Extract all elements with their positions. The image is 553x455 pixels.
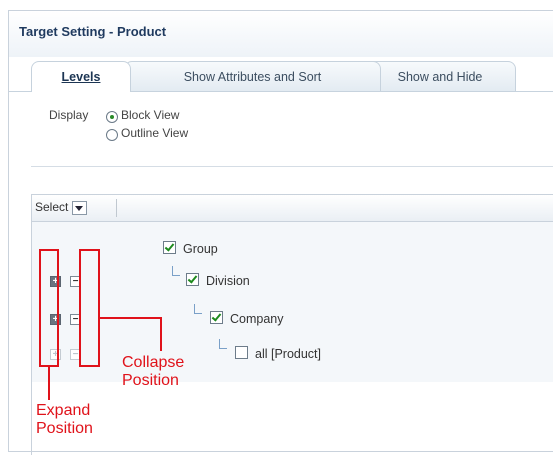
- division-checkbox[interactable]: [186, 273, 199, 286]
- expand-annotation-text: Position: [36, 420, 93, 437]
- collapse-annotation-line: [160, 317, 162, 351]
- collapse-annotation-label: Collapse Position: [122, 354, 184, 390]
- tree-node-company: Company: [230, 312, 284, 326]
- tree-connector: [194, 304, 202, 314]
- display-label: Display: [49, 108, 89, 122]
- toolbar-separator: [116, 199, 117, 217]
- tab-show-attributes-label: Show Attributes and Sort: [183, 70, 322, 84]
- select-menu-button[interactable]: Select: [35, 200, 88, 215]
- tree-node-all-product: all [Product]: [255, 347, 322, 361]
- tab-show-and-hide[interactable]: Show and Hide: [364, 61, 516, 91]
- target-setting-panel: Target Setting - Product Show and Hide S…: [8, 10, 553, 455]
- tab-show-and-hide-label: Show and Hide: [397, 70, 483, 84]
- panel-title: Target Setting - Product: [19, 24, 167, 39]
- all-product-checkbox[interactable]: [235, 346, 248, 359]
- expand-annotation-label: Expand Position: [36, 402, 93, 438]
- collapse-annotation-line: [99, 317, 161, 319]
- tree-connector: [219, 339, 227, 349]
- tab-levels[interactable]: Levels: [31, 61, 131, 92]
- collapse-position-highlight: [79, 249, 100, 367]
- panel-header: Target Setting - Product: [9, 11, 553, 57]
- tree-connector: [172, 266, 180, 276]
- tree-toolbar: Select: [32, 195, 553, 222]
- hierarchy-tree-panel: Select Group Division + − Company + − al…: [31, 194, 553, 455]
- tab-strip: Show and Hide Show Attributes and Sort L…: [9, 61, 553, 92]
- block-view-radio[interactable]: [106, 111, 118, 123]
- outline-view-radio[interactable]: [106, 129, 118, 141]
- tree-node-group: Group: [183, 242, 218, 256]
- block-view-label[interactable]: Block View: [121, 108, 179, 122]
- company-checkbox[interactable]: [210, 311, 223, 324]
- group-checkbox[interactable]: [163, 241, 176, 254]
- expand-annotation-text: Expand: [36, 402, 91, 419]
- select-label: Select: [35, 200, 69, 214]
- tab-show-attributes-and-sort[interactable]: Show Attributes and Sort: [124, 61, 381, 91]
- collapse-annotation-text: Position: [122, 372, 179, 389]
- expand-annotation-line: [48, 366, 50, 400]
- outline-view-label[interactable]: Outline View: [121, 126, 188, 140]
- divider: [31, 166, 553, 167]
- tree-body: Group Division + − Company + − all [Prod…: [32, 222, 553, 382]
- collapse-annotation-text: Collapse: [122, 354, 185, 371]
- tab-levels-label: Levels: [61, 70, 101, 84]
- dropdown-arrow-icon[interactable]: [72, 200, 88, 215]
- expand-position-highlight: [39, 249, 59, 367]
- tree-node-division: Division: [206, 274, 250, 288]
